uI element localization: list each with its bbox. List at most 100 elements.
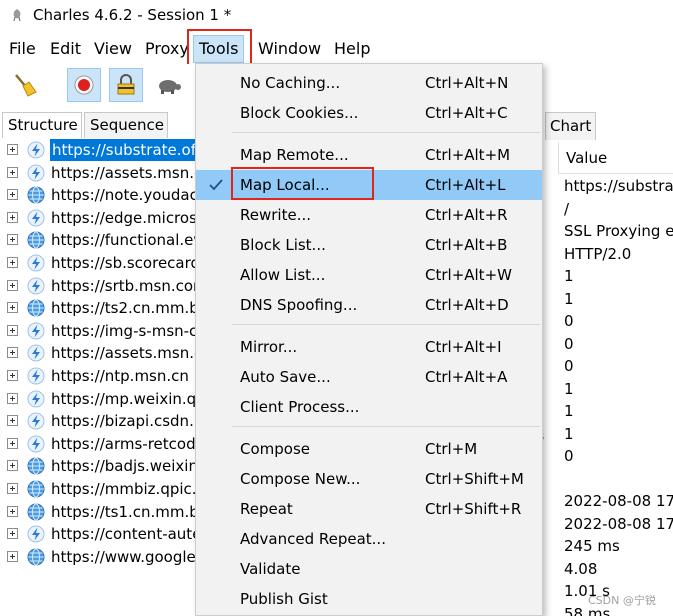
menu-item-shortcut: Ctrl+Alt+I <box>425 338 502 356</box>
expand-icon[interactable] <box>7 550 18 562</box>
value-cell: 1 <box>564 379 574 398</box>
menu-window[interactable]: Window <box>258 34 321 64</box>
expand-icon[interactable] <box>7 324 18 336</box>
tab-sequence[interactable]: Sequence <box>84 112 168 138</box>
menu-item-map-remote[interactable]: Map Remote... Ctrl+Alt+M <box>196 140 542 170</box>
broom-icon[interactable] <box>8 68 42 102</box>
host-label: https://ts1.cn.mm.b <box>51 502 199 521</box>
menu-item-shortcut: Ctrl+Alt+N <box>425 74 509 92</box>
menu-item-shortcut: Ctrl+M <box>425 440 478 458</box>
menu-item-block-cookies[interactable]: Block Cookies... Ctrl+Alt+C <box>196 98 542 128</box>
expand-icon[interactable] <box>7 279 18 291</box>
value-cell: 2022-08-08 17: <box>564 514 673 533</box>
menu-item-auto-save[interactable]: Auto Save... Ctrl+Alt+A <box>196 362 542 392</box>
value-cell: 1 <box>564 402 574 420</box>
menu-item-label: Validate <box>240 560 301 578</box>
expand-icon[interactable] <box>7 415 18 427</box>
value-cell: SSL Proxying er <box>564 222 673 240</box>
menu-item-mirror[interactable]: Mirror... Ctrl+Alt+I <box>196 332 542 362</box>
menu-item-label: Rewrite... <box>240 206 311 224</box>
expand-icon[interactable] <box>7 166 18 178</box>
expand-icon[interactable] <box>7 144 18 155</box>
expand-icon[interactable] <box>7 302 18 314</box>
menu-file[interactable]: File <box>9 34 36 64</box>
menu-item-label: Allow List... <box>240 266 326 284</box>
expand-icon[interactable] <box>7 370 18 381</box>
menu-item-shortcut: Ctrl+Alt+W <box>425 266 512 284</box>
menu-item-block-list[interactable]: Block List... Ctrl+Alt+B <box>196 230 542 260</box>
menu-item-dns-spoofing[interactable]: DNS Spoofing... Ctrl+Alt+D <box>196 290 542 320</box>
menu-edit[interactable]: Edit <box>50 34 81 64</box>
menu-item-label: Repeat <box>240 500 293 518</box>
menu-item-compose-new[interactable]: Compose New... Ctrl+Shift+M <box>196 464 542 494</box>
menu-item-shortcut: Ctrl+Alt+D <box>425 296 509 314</box>
menu-item-shortcut: Ctrl+Shift+R <box>425 500 522 518</box>
menu-item-compose[interactable]: Compose Ctrl+M <box>196 434 542 464</box>
menu-item-shortcut: Ctrl+Alt+L <box>425 176 506 194</box>
menu-item-repeat[interactable]: Repeat Ctrl+Shift+R <box>196 494 542 524</box>
menu-item-no-caching[interactable]: No Caching... Ctrl+Alt+N <box>196 68 542 98</box>
lightning-icon <box>27 322 45 340</box>
host-label: https://bizapi.csdn.n <box>51 412 204 431</box>
lightning-icon <box>27 141 45 159</box>
value-cell: 0 <box>564 357 574 375</box>
menu-item-label: Publish Gist <box>240 590 328 608</box>
globe-icon <box>27 299 45 317</box>
value-cell: https://substrat <box>564 177 673 195</box>
value-cell: 4.08 <box>564 559 598 578</box>
value-cell: 0 <box>564 334 574 353</box>
record-button[interactable] <box>67 68 101 102</box>
menu-item-allow-list[interactable]: Allow List... Ctrl+Alt+W <box>196 260 542 290</box>
menu-help[interactable]: Help <box>334 34 370 64</box>
expand-icon[interactable] <box>7 189 18 201</box>
menu-item-rewrite[interactable]: Rewrite... Ctrl+Alt+R <box>196 200 542 230</box>
menu-item-validate[interactable]: Validate <box>196 554 542 584</box>
expand-icon[interactable] <box>7 211 18 223</box>
host-label: https://note.youdac <box>51 186 198 205</box>
host-label: https://srtb.msn.con <box>51 276 203 295</box>
ssl-lock-button[interactable] <box>109 68 143 102</box>
expand-icon[interactable] <box>7 347 18 359</box>
lightning-icon <box>27 390 45 408</box>
menu-view[interactable]: View <box>94 34 132 64</box>
expand-icon[interactable] <box>7 505 18 517</box>
menu-proxy[interactable]: Proxy <box>145 34 189 64</box>
expand-icon[interactable] <box>7 257 18 268</box>
menu-item-client-process[interactable]: Client Process... <box>196 392 542 422</box>
expand-icon[interactable] <box>7 460 18 472</box>
expand-icon[interactable] <box>7 437 18 449</box>
value-column-header[interactable]: Value <box>558 142 673 174</box>
title-bar: Charles 4.6.2 - Session 1 * <box>0 0 673 30</box>
value-cell: HTTP/2.0 <box>564 244 632 263</box>
annotation-box-map-local <box>231 167 374 200</box>
tab-structure[interactable]: Structure <box>2 112 82 138</box>
menu-separator <box>232 132 540 133</box>
expand-icon[interactable] <box>7 528 18 540</box>
value-cell: 1 <box>564 289 574 308</box>
annotation-box-tools <box>187 29 252 67</box>
menu-item-label: No Caching... <box>240 74 341 92</box>
expand-icon[interactable] <box>7 483 18 494</box>
menu-item-label: Advanced Repeat... <box>240 530 386 548</box>
watermark: CSDN @宁锐 <box>588 594 656 607</box>
value-cell: 2022-08-08 17: <box>564 492 673 510</box>
host-label: https://ts2.cn.mm.b <box>51 299 199 318</box>
host-label: https://substrate.of <box>50 139 199 161</box>
tab-chart[interactable]: Chart <box>545 112 597 140</box>
window-title: Charles 4.6.2 - Session 1 * <box>33 6 232 24</box>
menu-item-label: Auto Save... <box>240 368 331 386</box>
lightning-icon <box>27 277 45 295</box>
expand-icon[interactable] <box>7 392 18 404</box>
tools-menu-dropdown: No Caching... Ctrl+Alt+N Block Cookies... C… <box>195 63 543 616</box>
host-label: https://mp.weixin.q <box>51 389 197 408</box>
turtle-icon[interactable] <box>152 68 186 102</box>
value-cell: 1 <box>564 424 574 443</box>
globe-icon <box>27 503 45 521</box>
menu-item-advanced-repeat[interactable]: Advanced Repeat... <box>196 524 542 554</box>
host-label: https://mmbiz.qpic. <box>51 480 197 498</box>
host-label: https://sb.scorecard <box>51 254 201 272</box>
menu-item-publish-gist[interactable]: Publish Gist <box>196 584 542 614</box>
globe-icon <box>27 186 45 204</box>
menu-item-shortcut: Ctrl+Alt+M <box>425 146 511 164</box>
expand-icon[interactable] <box>7 234 18 246</box>
